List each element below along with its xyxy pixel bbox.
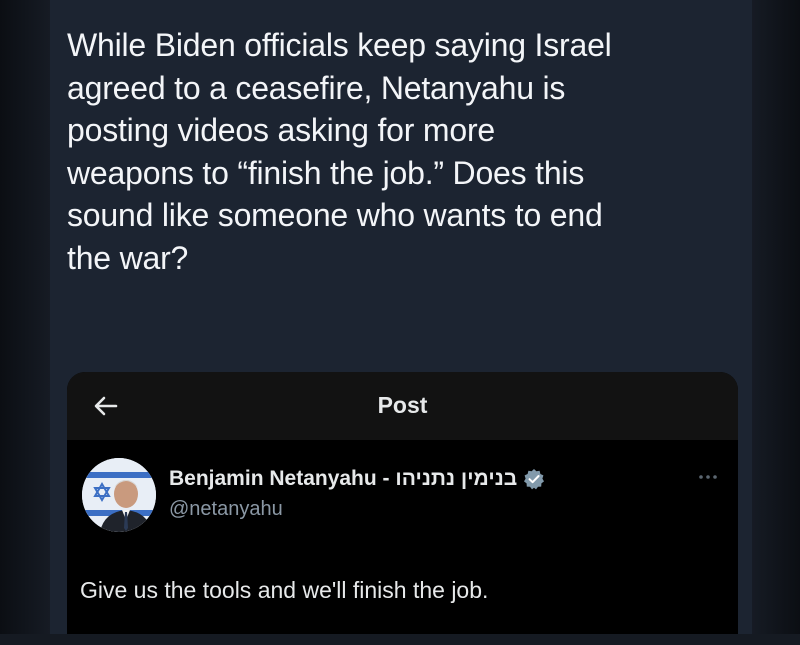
post-header-title: Post <box>377 392 428 418</box>
author-handle[interactable]: @netanyahu <box>169 498 283 521</box>
post-header: Post <box>67 372 738 440</box>
bottom-edge <box>0 634 800 645</box>
left-margin <box>0 0 50 645</box>
more-options-icon[interactable] <box>697 472 719 482</box>
post-text: Give us the tools and we'll finish the j… <box>80 577 489 603</box>
avatar[interactable] <box>82 458 156 532</box>
avatar-image <box>82 458 156 532</box>
author-name[interactable]: Benjamin Netanyahu - בנימין נתניהו <box>169 467 545 491</box>
author-name-text: Benjamin Netanyahu - בנימין נתניהו <box>169 467 518 490</box>
tweet-text: While Biden officials keep saying Israel… <box>67 27 612 276</box>
embedded-post-card[interactable]: Post Benjamin Netanyahu - בנימין נתניהו … <box>67 372 738 634</box>
verified-badge-icon <box>524 469 545 490</box>
right-margin <box>752 0 800 645</box>
